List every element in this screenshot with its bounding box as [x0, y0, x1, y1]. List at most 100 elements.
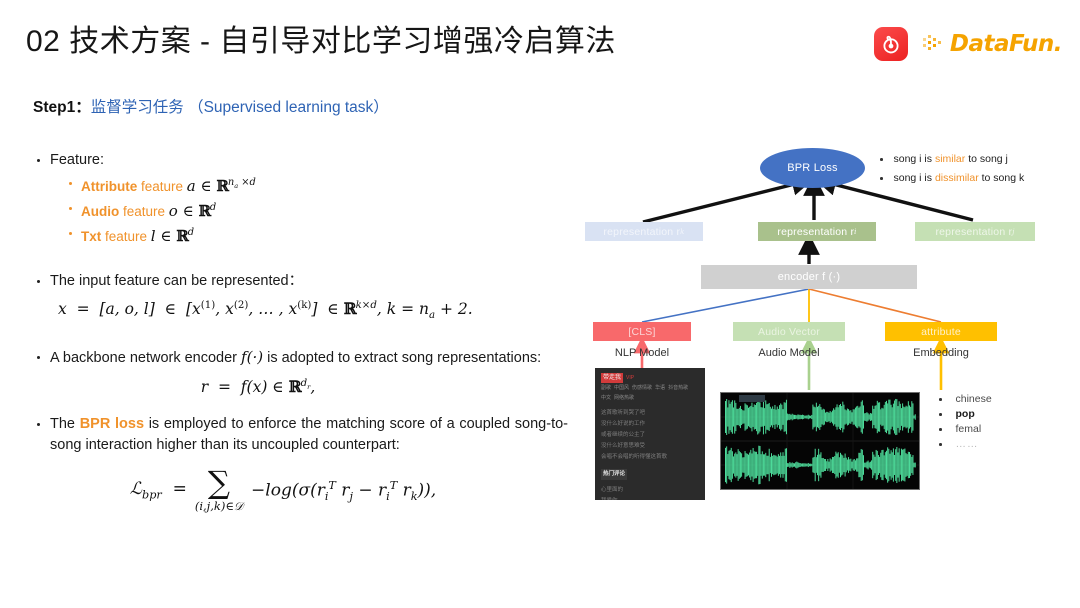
backbone-function: f(·) — [241, 348, 264, 367]
bullet-dot-icon — [880, 177, 883, 180]
audio-model-label: Audio Model — [758, 347, 820, 359]
attribute-node[interactable]: attribute — [885, 322, 997, 341]
backbone-text-pre: A backbone network encoder — [50, 350, 238, 367]
nlp-comment-line: 没什么好意思难受 — [601, 443, 646, 449]
brand-bar: DataFun. — [873, 27, 1063, 61]
representation-i-label: representation r — [777, 225, 855, 238]
representation-k-node[interactable]: representation rk — [585, 222, 703, 241]
sim-note-0-pre: song i is — [893, 153, 935, 165]
feature-txt: Txt feature l ∈ ℝd — [81, 227, 195, 245]
nlp-source-screenshot: 带走我 VIP 副歌 中国风 伤感情歌 华语 抖音热歌 中文 网络热歌 这首歌听… — [595, 368, 705, 500]
nlp-screenshot-heading-row: 带走我 VIP — [601, 373, 699, 383]
slide-root: 02 技术方案 - 自引导对比学习增强冷启算法 DataFun. Step1：监… — [0, 0, 1080, 608]
feature-sub-list: Attribute feature a ∈ ℝna ×d Audio featu… — [60, 173, 568, 247]
backbone-text: A backbone network encoder f(·) is adopt… — [50, 347, 541, 369]
page-title: 02 技术方案 - 自引导对比学习增强冷启算法 — [26, 25, 616, 58]
sim-note-1-pre: song i is — [893, 172, 935, 184]
bullet-bpr-loss: The BPR loss is employed to enforce the … — [28, 414, 568, 456]
nlp-comment-line: 会唱不会唱的听得懂这首歌 — [601, 454, 668, 460]
feature-attribute-rest: feature — [137, 179, 187, 194]
bullet-input-feature: The input feature can be represented： — [28, 271, 568, 292]
nlp-comment-line: 我爱你 — [601, 496, 699, 500]
bullet-dot-icon — [37, 280, 40, 283]
backbone-text-post: is adopted to extract song representatio… — [267, 350, 542, 367]
sim-note-1-highlight: dissimilar — [934, 172, 979, 184]
nlp-comment-line: 心里面的 — [601, 487, 624, 493]
bpr-loss-node[interactable]: BPR Loss — [760, 148, 865, 188]
feature-txt-name: Txt — [81, 229, 102, 244]
list-item: chinese — [939, 392, 1059, 407]
bullet-feature: Feature: — [28, 150, 568, 171]
list-item: song i is dissimilar to song k — [880, 169, 1075, 188]
representation-j-subscript: j — [1012, 227, 1015, 236]
datafun-logo: DataFun. — [922, 31, 1063, 57]
representation-i-node[interactable]: representation ri — [758, 222, 876, 241]
feature-attribute-name: Attribute — [81, 179, 138, 194]
equation-input-feature: x = [a, o, l] ∈ [x(1), x(2), … , x(k)] ∈… — [58, 299, 473, 322]
nlp-tag: 网络热歌 — [614, 395, 635, 401]
embedding-label: Embedding — [913, 347, 969, 359]
sum-subscript: (i,j,k)∈𝒟 — [194, 498, 244, 513]
bullet-dot-icon — [939, 398, 942, 401]
datafun-dots-icon — [922, 35, 941, 50]
bpr-equation-rhs: −log(σ(riT rj − riT rk)), — [251, 478, 437, 503]
bpr-equation-lhs: ℒbpr = — [129, 479, 187, 502]
nlp-screenshot-badge: VIP — [626, 375, 635, 381]
sim-note-0-post: to song j — [965, 153, 1008, 165]
bpr-loss-paragraph: The BPR loss is employed to enforce the … — [50, 414, 568, 456]
left-content-column: Feature: Attribute feature a ∈ ℝna ×d Au… — [28, 150, 568, 512]
attribute-value: pop — [955, 408, 975, 420]
representation-j-node[interactable]: representation rj — [915, 222, 1035, 241]
audio-waveform-screenshot — [720, 392, 920, 490]
bpr-pre: The — [50, 416, 80, 433]
nlp-tag: 抖音热歌 — [668, 385, 689, 391]
feature-attribute: Attribute feature a ∈ ℝna ×d — [81, 177, 256, 195]
nlp-comment-line: 或者继续的公主了 — [601, 432, 646, 438]
list-item: femal — [939, 422, 1059, 437]
nlp-tag: 中文 — [601, 395, 612, 401]
list-item: …… — [939, 437, 1059, 452]
step-english-label: （Supervised learning task） — [188, 99, 389, 116]
netease-cloud-music-logo — [873, 27, 908, 61]
similarity-notes: song i is similar to song j song i is di… — [880, 150, 1075, 188]
bullet-dot-icon — [69, 207, 72, 210]
bullet-backbone: A backbone network encoder f(·) is adopt… — [28, 347, 568, 369]
input-feature-text: The input feature can be represented： — [50, 273, 304, 289]
list-item: song i is similar to song j — [880, 150, 1075, 169]
bpr-loss-highlight: BPR loss — [79, 416, 145, 433]
feature-audio-rest: feature — [119, 204, 169, 219]
step-label: Step1 — [33, 99, 76, 116]
nlp-section-header: 热门评论 — [601, 469, 628, 480]
attribute-value: femal — [955, 423, 982, 435]
nlp-tag: 副歌 — [601, 385, 612, 391]
list-item: Audio feature o ∈ ℝd — [60, 198, 568, 222]
encoder-node[interactable]: encoder f (·) — [701, 265, 917, 289]
attribute-value: chinese — [955, 393, 992, 405]
representation-j-label: representation r — [935, 225, 1013, 238]
nlp-model-label: NLP Model — [614, 347, 670, 359]
datafun-wordmark: DataFun. — [949, 31, 1063, 57]
bullet-dot-icon — [69, 182, 72, 185]
attribute-value: …… — [955, 438, 979, 450]
bullet-dot-icon — [939, 443, 942, 446]
attribute-list: chinese pop femal …… — [939, 392, 1059, 452]
sim-note-0-highlight: similar — [934, 153, 966, 165]
representation-i-subscript: i — [854, 227, 857, 236]
representation-k-subscript: k — [680, 227, 685, 236]
sim-note-0: song i is similar to song j — [894, 150, 1008, 169]
cls-node[interactable]: [CLS] — [593, 322, 691, 341]
bullet-dot-icon — [880, 158, 883, 161]
nlp-comment-line: 这首歌听到哭了吧 — [601, 410, 646, 416]
step-colon: ： — [75, 99, 91, 116]
nlp-comment-line: 没什么好说的工作 — [601, 421, 646, 427]
audio-vector-node[interactable]: Audio Vector — [733, 322, 845, 341]
bullet-dot-icon — [37, 423, 40, 427]
nlp-tag: 中国风 — [614, 385, 630, 391]
feature-audio: Audio feature o ∈ ℝd — [81, 202, 217, 220]
list-item: Txt feature l ∈ ℝd — [60, 223, 568, 247]
bullet-dot-icon — [69, 232, 72, 235]
nlp-screenshot-tags: 副歌 中国风 伤感情歌 华语 抖音热歌 中文 网络热歌 — [601, 385, 699, 402]
sim-note-1: song i is dissimilar to song k — [894, 169, 1025, 188]
step-heading: Step1：监督学习任务 （Supervised learning task） — [33, 97, 389, 119]
waveform-graphic — [721, 393, 919, 489]
